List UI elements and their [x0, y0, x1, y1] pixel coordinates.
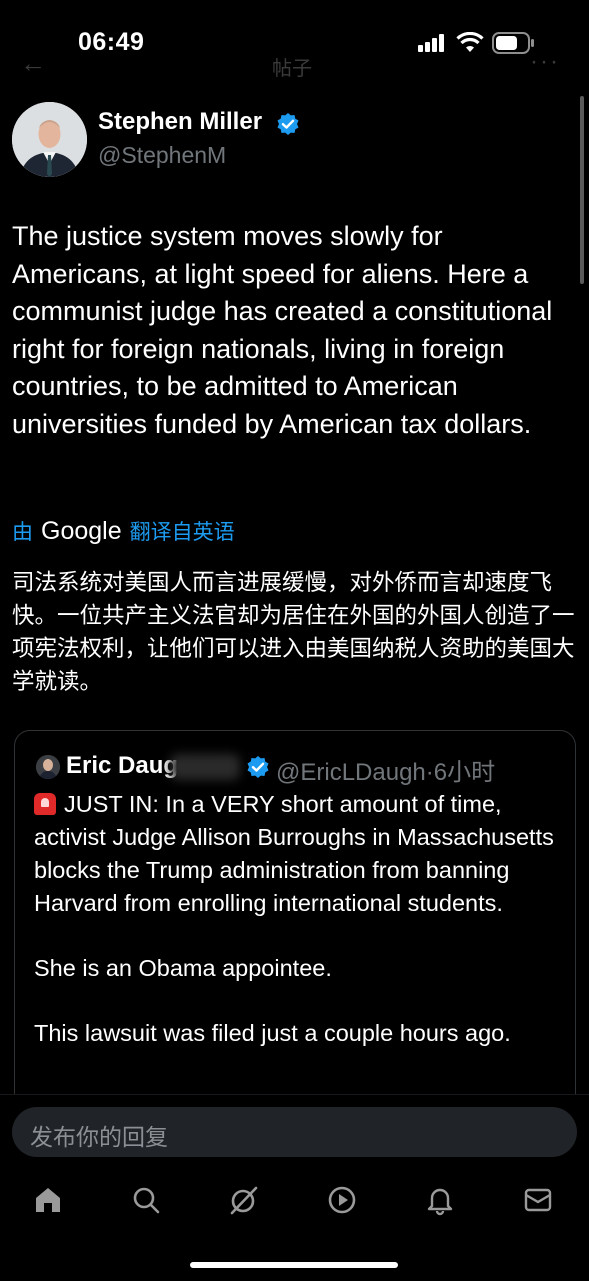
quoted-paragraph: She is an Obama appointee.	[34, 955, 332, 981]
quoted-handle-time[interactable]: @EricLDaugh·6小时	[276, 752, 495, 787]
translate-prefix: 由	[12, 521, 33, 544]
translated-text: 司法系统对美国人而言进展缓慢，对外侨而言却速度飞快。一位共产主义法官却为居住在外…	[12, 570, 575, 694]
quoted-author-name[interactable]: Eric Daug	[66, 752, 178, 780]
quoted-avatar[interactable]	[36, 755, 60, 779]
status-time: 06:49	[78, 28, 145, 56]
more-options-button[interactable]: ···	[530, 48, 560, 76]
reply-placeholder: 发布你的回复	[30, 1124, 168, 1150]
avatar-photo-icon	[12, 102, 87, 177]
quoted-paragraph: This lawsuit was filed just a couple hou…	[34, 1020, 511, 1046]
wifi-icon	[456, 32, 484, 52]
search-icon[interactable]	[130, 1184, 162, 1216]
home-indicator[interactable]	[190, 1262, 398, 1268]
siren-emoji-icon	[34, 793, 56, 815]
translate-suffix: 翻译自英语	[129, 521, 235, 544]
home-icon[interactable]	[32, 1184, 64, 1216]
notifications-icon[interactable]	[424, 1184, 456, 1216]
google-logo: Google	[41, 516, 122, 545]
grok-icon[interactable]	[228, 1184, 260, 1216]
back-button[interactable]: ←	[20, 48, 46, 79]
quoted-avatar-photo-icon	[36, 755, 60, 779]
quoted-verified-badge-icon	[247, 756, 269, 778]
author-name[interactable]: Stephen Miller	[98, 108, 262, 136]
author-handle[interactable]: @StephenM	[98, 142, 226, 169]
verified-badge-icon	[277, 113, 299, 135]
avatar[interactable]	[12, 102, 87, 177]
tweet-text: The justice system moves slowly for Amer…	[12, 221, 553, 439]
messages-icon[interactable]	[522, 1184, 554, 1216]
video-icon[interactable]	[326, 1184, 358, 1216]
translation-attribution[interactable]: 由 Google 翻译自英语	[12, 516, 235, 546]
quoted-paragraph: JUST IN: In a VERY short amount of time,…	[34, 791, 554, 916]
redacted-name-blur	[170, 754, 240, 780]
page-title: 帖子	[272, 58, 312, 80]
cellular-signal-icon	[418, 34, 448, 52]
quoted-tweet-text: JUST IN: In a VERY short amount of time,…	[34, 788, 564, 1082]
